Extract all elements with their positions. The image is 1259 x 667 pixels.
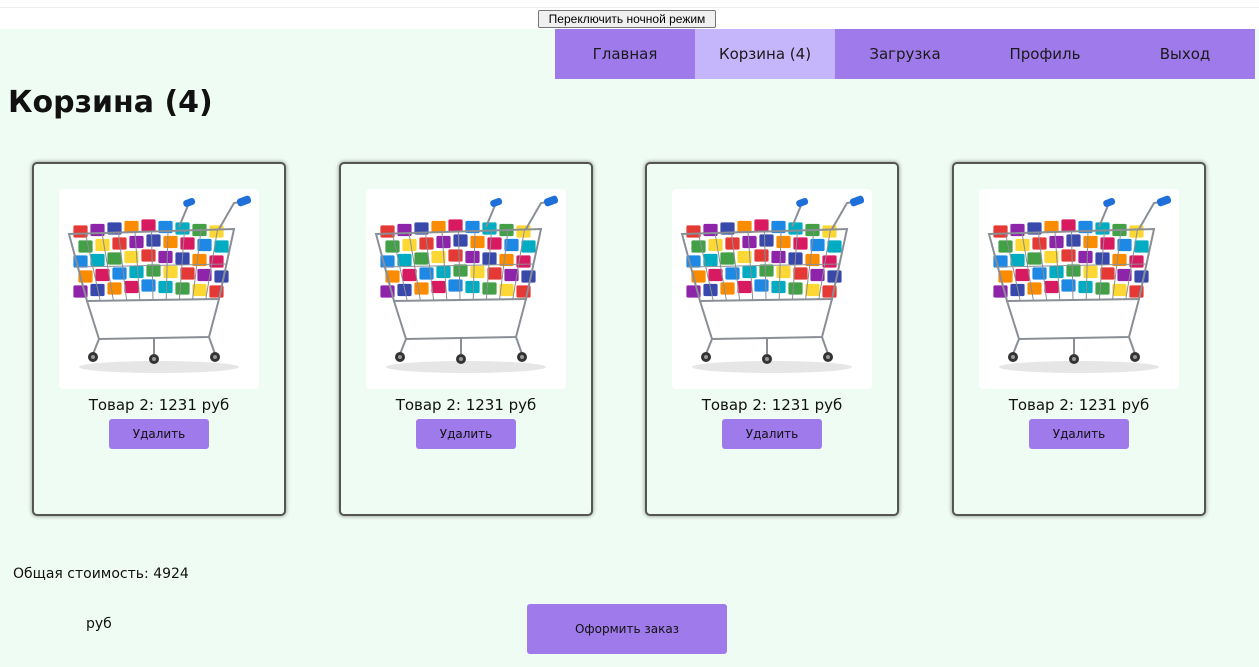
delete-item-button[interactable]: Удалить xyxy=(722,419,822,449)
cart-item-card: Товар 2: 1231 руб Удалить xyxy=(952,162,1206,516)
delete-item-button[interactable]: Удалить xyxy=(109,419,209,449)
product-image xyxy=(59,189,259,389)
product-image xyxy=(979,189,1179,389)
product-caption: Товар 2: 1231 руб xyxy=(395,396,537,414)
place-order-button[interactable]: Оформить заказ xyxy=(527,604,727,654)
nav-item-profile[interactable]: Профиль xyxy=(975,29,1115,79)
cart-page: Главная Корзина (4) Загрузка Профиль Вых… xyxy=(0,29,1259,667)
main-nav: Главная Корзина (4) Загрузка Профиль Вых… xyxy=(555,29,1255,79)
nav-item-cart[interactable]: Корзина (4) xyxy=(695,29,835,79)
page-title: Корзина (4) xyxy=(8,85,213,120)
delete-item-button[interactable]: Удалить xyxy=(1029,419,1129,449)
delete-item-button[interactable]: Удалить xyxy=(416,419,516,449)
product-image xyxy=(672,189,872,389)
nav-item-upload[interactable]: Загрузка xyxy=(835,29,975,79)
browser-top-strip xyxy=(0,0,1259,8)
total-cost-currency: руб xyxy=(86,616,112,632)
product-caption: Товар 2: 1231 руб xyxy=(701,396,843,414)
total-cost-label: Общая стоимость: 4924 xyxy=(13,566,189,582)
cart-item-card: Товар 2: 1231 руб Удалить xyxy=(32,162,286,516)
shopping-cart-icon xyxy=(680,195,865,373)
product-caption: Товар 2: 1231 руб xyxy=(88,396,230,414)
shopping-cart-icon xyxy=(374,195,559,373)
shopping-cart-icon xyxy=(987,195,1172,373)
cart-items-list: Товар 2: 1231 руб Удалить Товар 2: 1231 … xyxy=(0,162,1259,518)
product-image xyxy=(366,189,566,389)
nav-item-home[interactable]: Главная xyxy=(555,29,695,79)
nav-item-logout[interactable]: Выход xyxy=(1115,29,1255,79)
night-mode-toggle-button[interactable]: Переключить ночной режим xyxy=(538,10,716,28)
shopping-cart-icon xyxy=(67,195,252,373)
cart-item-card: Товар 2: 1231 руб Удалить xyxy=(339,162,593,516)
product-caption: Товар 2: 1231 руб xyxy=(1008,396,1150,414)
cart-item-card: Товар 2: 1231 руб Удалить xyxy=(645,162,899,516)
